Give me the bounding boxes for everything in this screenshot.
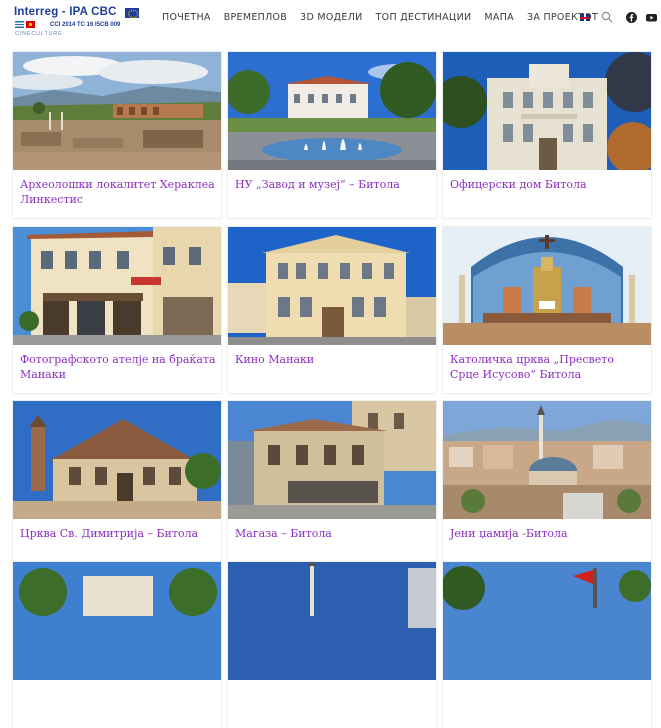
card-image-manaki-studio[interactable]	[13, 227, 221, 345]
card-image-magaza[interactable]	[228, 401, 436, 519]
nav-item-3d-models[interactable]: 3D МОДЕЛИ	[300, 12, 362, 26]
interreg-logo[interactable]: Interreg - IPA CBC CCI 2014 TC 16 I5CB 0…	[14, 6, 140, 37]
card-title[interactable]: Црква Св. Димитрија – Битола	[20, 526, 216, 541]
card-image-museum[interactable]	[228, 52, 436, 170]
card-image-st-demetrius[interactable]	[13, 401, 221, 519]
card-title[interactable]: Магаза – Битола	[235, 526, 431, 541]
greece-flag-icon	[15, 21, 24, 28]
card-image-cinema-manaki[interactable]	[228, 227, 436, 345]
destination-card-magaza[interactable]: Магаза – Битола	[228, 401, 436, 567]
destination-card-row4-2[interactable]	[228, 562, 436, 728]
card-image-yeni-mosque[interactable]	[443, 401, 651, 519]
uk-flag-icon[interactable]	[580, 14, 590, 21]
card-title[interactable]: Католичка црква „Пресвето Срце Исусово“ …	[450, 352, 646, 382]
card-image-row4-2[interactable]	[228, 562, 436, 680]
card-image-officers-home[interactable]	[443, 52, 651, 170]
main-nav: ПОЧЕТНА ВРЕМЕПЛОВ 3D МОДЕЛИ ТОП ДЕСТИНАЦ…	[162, 12, 611, 26]
logo-title: Interreg - IPA CBC	[14, 6, 117, 18]
facebook-icon[interactable]	[626, 12, 637, 23]
destination-card-cinema-manaki[interactable]: Кино Манаки	[228, 227, 436, 393]
card-title[interactable]: Фотографското ателје на браќата Манаки	[20, 352, 216, 382]
card-image-row4-3[interactable]	[443, 562, 651, 680]
card-title[interactable]: Археолошки локалитет Хераклеа Линкестис	[20, 177, 216, 207]
search-icon[interactable]	[601, 11, 613, 23]
card-title[interactable]: Јени џамија -Битола	[450, 526, 646, 541]
destination-card-yeni-mosque[interactable]: Јени џамија -Битола	[443, 401, 651, 567]
youtube-icon[interactable]	[646, 12, 657, 23]
destination-card-st-demetrius[interactable]: Црква Св. Димитрија – Битола	[13, 401, 221, 567]
destination-card-manaki-studio[interactable]: Фотографското ателје на браќата Манаки	[13, 227, 221, 393]
north-macedonia-flag-icon	[26, 21, 35, 28]
card-image-heraclea[interactable]	[13, 52, 221, 170]
card-title[interactable]: НУ „Завод и музеј“ – Битола	[235, 177, 431, 192]
card-title[interactable]: Кино Манаки	[235, 352, 431, 367]
nav-item-map[interactable]: МАПА	[484, 12, 514, 26]
destination-card-catholic-church[interactable]: Католичка црква „Пресвето Срце Исусово“ …	[443, 227, 651, 393]
eu-flag-icon	[125, 8, 139, 18]
country-flags-icon	[15, 21, 37, 29]
destination-card-row4-1[interactable]	[13, 562, 221, 728]
nav-item-timeline[interactable]: ВРЕМЕПЛОВ	[224, 12, 287, 26]
card-image-row4-1[interactable]	[13, 562, 221, 680]
nav-item-home[interactable]: ПОЧЕТНА	[162, 12, 211, 26]
destination-card-row4-3[interactable]	[443, 562, 651, 728]
site-header: Interreg - IPA CBC CCI 2014 TC 16 I5CB 0…	[0, 0, 661, 40]
nav-item-top-destinations[interactable]: ТОП ДЕСТИНАЦИИ	[376, 12, 472, 26]
destination-card-officers-home[interactable]: Офицерски дом Битола	[443, 52, 651, 218]
card-title[interactable]: Офицерски дом Битола	[450, 177, 646, 192]
logo-subtitle: CINECULTURE	[15, 31, 63, 37]
destination-card-museum[interactable]: НУ „Завод и музеј“ – Битола	[228, 52, 436, 218]
card-image-catholic-church[interactable]	[443, 227, 651, 345]
destination-card-heraclea[interactable]: Археолошки локалитет Хераклеа Линкестис	[13, 52, 221, 218]
logo-code: CCI 2014 TC 16 I5CB 009	[50, 22, 121, 28]
